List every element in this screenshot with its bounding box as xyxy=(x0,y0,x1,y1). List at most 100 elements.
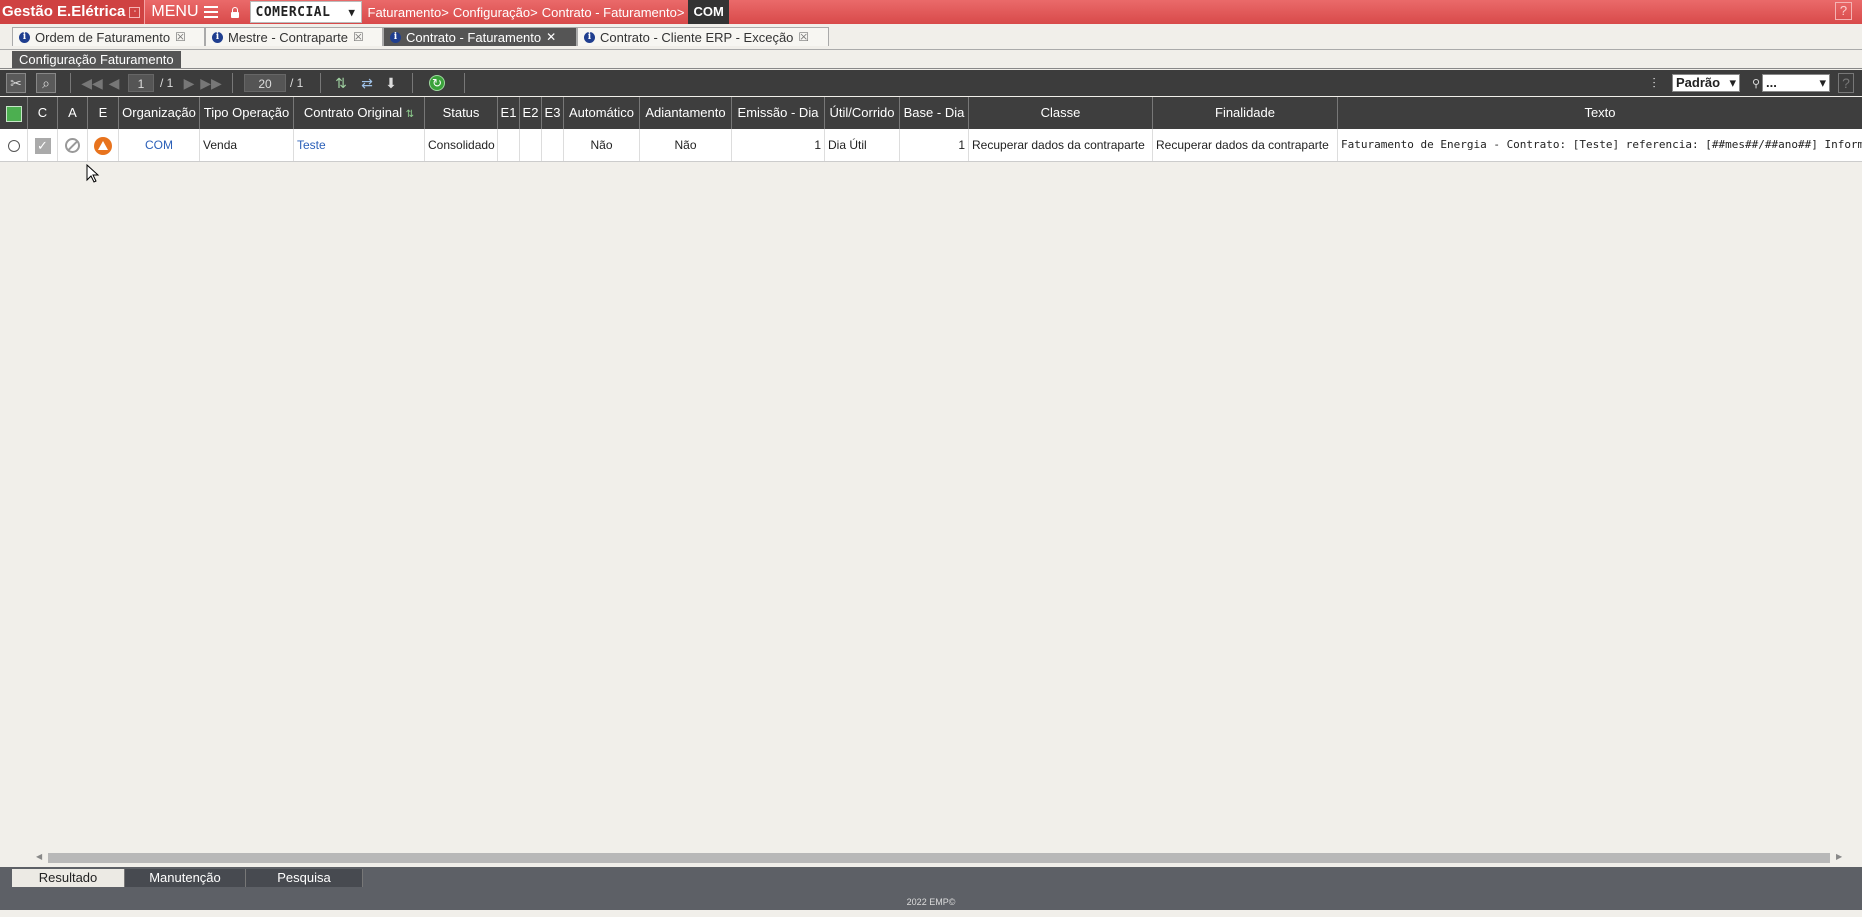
close-icon[interactable]: ☒ xyxy=(175,30,186,44)
import-icon[interactable]: ⇅ xyxy=(332,73,350,93)
app-title[interactable]: Gestão E.Elétrica - xyxy=(0,0,145,24)
lock-icon[interactable] xyxy=(224,0,246,24)
row-select-radio[interactable] xyxy=(0,129,28,161)
export-grid-icon[interactable] xyxy=(0,97,28,129)
column-header[interactable]: Finalidade xyxy=(1153,97,1338,129)
cell-contrato-original[interactable]: Teste xyxy=(294,129,425,161)
table-row[interactable]: ✓ COM Venda Teste Consolidado Não Não 1 … xyxy=(0,129,1862,162)
cell-organizacao[interactable]: COM xyxy=(119,129,200,161)
column-header[interactable]: Tipo Operação xyxy=(200,97,294,129)
chevron-down-icon: ▾ xyxy=(1729,75,1736,90)
link-organizacao[interactable]: COM xyxy=(145,138,173,152)
page-size-total: / 1 xyxy=(290,76,304,90)
link-contrato[interactable]: Teste xyxy=(297,138,326,152)
cell-e1 xyxy=(498,129,520,161)
tab-label: Contrato - Cliente ERP - Exceção xyxy=(600,29,794,45)
breadcrumb-item[interactable]: Configuração> xyxy=(453,5,538,20)
subtab-configuracao-faturamento[interactable]: Configuração Faturamento xyxy=(12,51,181,68)
tab-pesquisa[interactable]: Pesquisa xyxy=(246,869,363,887)
breadcrumb-item[interactable]: Faturamento> xyxy=(368,5,449,20)
column-header[interactable]: Adiantamento xyxy=(640,97,732,129)
grid-header: C A E Organização Tipo Operação Contrato… xyxy=(0,97,1862,129)
close-icon[interactable]: ☒ xyxy=(353,30,364,44)
column-header[interactable]: E xyxy=(88,97,119,129)
column-header[interactable]: Emissão - Dia xyxy=(732,97,825,129)
cell-finalidade: Recuperar dados da contraparte xyxy=(1153,129,1338,161)
column-header[interactable]: Base - Dia xyxy=(900,97,969,129)
column-header[interactable]: Organização xyxy=(119,97,200,129)
divider xyxy=(70,73,71,93)
tools-icon[interactable]: ✂ xyxy=(6,73,26,93)
app-title-text: Gestão E.Elétrica xyxy=(2,3,126,20)
scroll-left-icon[interactable]: ◀ xyxy=(36,852,42,861)
top-bar: Gestão E.Elétrica - MENU COMERCIAL ▼ Fat… xyxy=(0,0,1862,24)
scroll-right-icon[interactable]: ▶ xyxy=(1836,852,1842,861)
tab-mestre-contraparte[interactable]: i Mestre - Contraparte ☒ xyxy=(205,27,383,46)
tab-contrato-cliente-erp-excecao[interactable]: i Contrato - Cliente ERP - Exceção ☒ xyxy=(577,27,829,46)
column-header[interactable]: Útil/Corrido xyxy=(825,97,900,129)
tab-ordem-de-faturamento[interactable]: i Ordem de Faturamento ☒ xyxy=(12,27,205,46)
page-input[interactable]: 1 xyxy=(128,74,154,92)
tab-contrato-faturamento[interactable]: i Contrato - Faturamento ✕ xyxy=(383,27,577,46)
sort-icon[interactable]: ⇅ xyxy=(406,109,414,120)
horizontal-scrollbar[interactable]: ◀ ▶ xyxy=(36,852,1844,864)
footer: 2022 EMP© xyxy=(0,887,1862,910)
help-icon[interactable]: ? xyxy=(1838,73,1854,93)
divider xyxy=(232,73,233,93)
close-icon[interactable]: ✕ xyxy=(546,30,556,44)
column-header[interactable]: E1 xyxy=(498,97,520,129)
column-header[interactable]: C xyxy=(28,97,58,129)
tab-resultado[interactable]: Resultado xyxy=(12,869,125,887)
menu-button[interactable]: MENU xyxy=(145,0,223,24)
cell-e3 xyxy=(542,129,564,161)
module-select[interactable]: COMERCIAL ▼ xyxy=(249,1,362,23)
minimize-icon[interactable]: - xyxy=(129,6,141,18)
info-icon: i xyxy=(390,31,401,43)
column-header[interactable]: A xyxy=(58,97,88,129)
breadcrumb-item[interactable]: Contrato - Faturamento> xyxy=(542,5,685,20)
export-icon[interactable]: ⇄ xyxy=(358,73,376,93)
chevron-down-icon: ▾ xyxy=(1819,75,1826,90)
scroll-thumb[interactable] xyxy=(48,853,1830,863)
info-icon: i xyxy=(19,31,30,43)
column-header[interactable]: Automático xyxy=(564,97,640,129)
column-header[interactable]: E2 xyxy=(520,97,542,129)
download-icon[interactable]: ⬇ xyxy=(382,73,400,93)
column-header[interactable]: Contrato Original ⇅ xyxy=(294,97,425,129)
confirm-check-icon[interactable]: ✓ xyxy=(28,129,58,161)
first-page-icon[interactable]: ◀◀ xyxy=(81,73,103,93)
column-header-label: Contrato Original xyxy=(303,105,403,120)
cell-status: Consolidado xyxy=(425,129,498,161)
divider xyxy=(412,73,413,93)
cancel-icon[interactable] xyxy=(58,129,88,161)
last-page-icon[interactable]: ▶▶ xyxy=(200,73,222,93)
menu-label: MENU xyxy=(151,3,199,20)
column-header[interactable]: Classe xyxy=(969,97,1153,129)
warning-icon[interactable] xyxy=(88,129,119,161)
toolbar: ✂ ⌕ ◀◀ ◀ 1 / 1 ▶ ▶▶ 20 / 1 ⇅ ⇄ ⬇ ↻ ⫶ Pad… xyxy=(0,70,1862,96)
help-icon[interactable]: ? xyxy=(1835,2,1852,20)
view-select[interactable]: Padrão ▾ xyxy=(1672,74,1740,92)
refresh-icon[interactable]: ↻ xyxy=(428,73,446,93)
search-icon[interactable]: ⌕ xyxy=(36,73,56,93)
column-settings-icon[interactable]: ⫶ xyxy=(1644,73,1664,93)
mouse-cursor-icon xyxy=(86,164,100,183)
bottom-tab-bar: Resultado Manutenção Pesquisa xyxy=(0,867,1862,887)
next-page-icon[interactable]: ▶ xyxy=(183,73,195,93)
tab-manutencao[interactable]: Manutenção xyxy=(125,869,246,887)
column-header[interactable]: E3 xyxy=(542,97,564,129)
cell-base-dia: 1 xyxy=(900,129,969,161)
cell-tipo-operacao: Venda xyxy=(200,129,294,161)
close-icon[interactable]: ☒ xyxy=(798,30,809,44)
info-icon: i xyxy=(584,31,595,43)
page-size-input[interactable]: 20 xyxy=(244,74,286,92)
filter-select[interactable]: ... ▾ xyxy=(1762,74,1830,92)
cell-texto: Faturamento de Energia - Contrato: [Test… xyxy=(1341,138,1862,151)
chevron-down-icon: ▼ xyxy=(348,5,356,19)
cell-e2 xyxy=(520,129,542,161)
breadcrumb-current: COM xyxy=(688,0,729,24)
prev-page-icon[interactable]: ◀ xyxy=(108,73,120,93)
column-header[interactable]: Status xyxy=(425,97,498,129)
column-header[interactable]: Texto xyxy=(1338,97,1862,129)
divider xyxy=(0,68,1862,69)
